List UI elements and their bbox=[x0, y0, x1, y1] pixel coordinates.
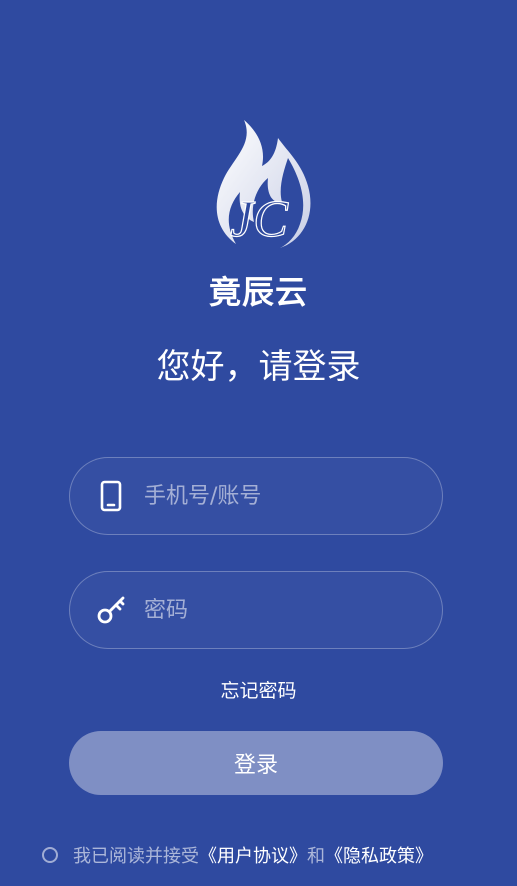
phone-icon bbox=[96, 480, 126, 512]
brand-name: 竟辰云 bbox=[208, 273, 308, 311]
page-title: 您好，请登录 bbox=[156, 347, 361, 387]
agreement-text: 我已阅读并接受 bbox=[73, 846, 199, 867]
password-field[interactable] bbox=[69, 571, 443, 649]
key-icon bbox=[96, 595, 126, 625]
agreement-row: 我已阅读并接受 《用户协议》 和 《隐私政策》 bbox=[42, 840, 433, 870]
forgot-password-link[interactable]: 忘记密码 bbox=[0, 677, 517, 705]
login-button[interactable]: 登录 bbox=[69, 731, 443, 795]
agreement-conjunction: 和 bbox=[307, 846, 325, 867]
user-agreement-link[interactable]: 《用户协议》 bbox=[199, 842, 307, 868]
privacy-policy-link[interactable]: 《隐私政策》 bbox=[325, 842, 433, 868]
agreement-radio[interactable] bbox=[42, 847, 58, 863]
logo-letters: JC bbox=[230, 191, 289, 248]
logo: JC bbox=[0, 118, 517, 253]
flame-logo-icon: JC bbox=[216, 120, 310, 249]
phone-field[interactable] bbox=[69, 457, 443, 535]
password-input[interactable] bbox=[144, 597, 404, 623]
phone-input[interactable] bbox=[144, 483, 404, 509]
